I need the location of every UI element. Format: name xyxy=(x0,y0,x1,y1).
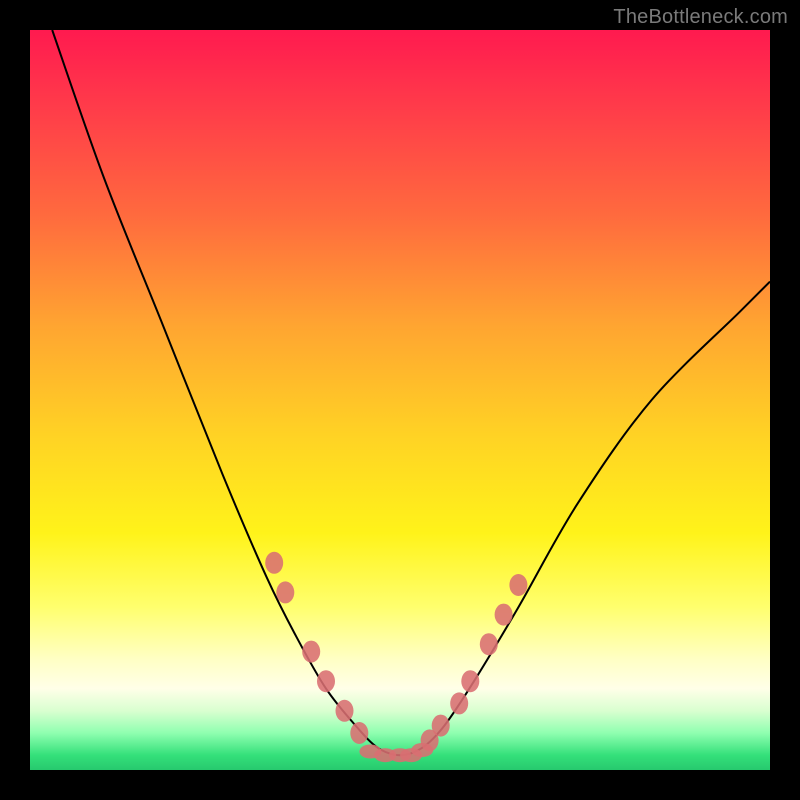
chart-frame: TheBottleneck.com xyxy=(0,0,800,800)
marker-dot xyxy=(350,722,368,744)
chart-plot-area xyxy=(30,30,770,770)
marker-dot xyxy=(336,700,354,722)
marker-dot xyxy=(265,552,283,574)
marker-dot xyxy=(317,670,335,692)
bottleneck-curve xyxy=(52,30,770,755)
chart-svg xyxy=(30,30,770,770)
marker-dot xyxy=(411,743,433,757)
marker-dot xyxy=(461,670,479,692)
marker-dot xyxy=(480,633,498,655)
marker-dot xyxy=(432,715,450,737)
marker-dot xyxy=(276,581,294,603)
marker-dot xyxy=(509,574,527,596)
watermark-text: TheBottleneck.com xyxy=(613,6,788,29)
marker-dot xyxy=(495,604,513,626)
marker-dot xyxy=(302,641,320,663)
marker-dot xyxy=(450,692,468,714)
